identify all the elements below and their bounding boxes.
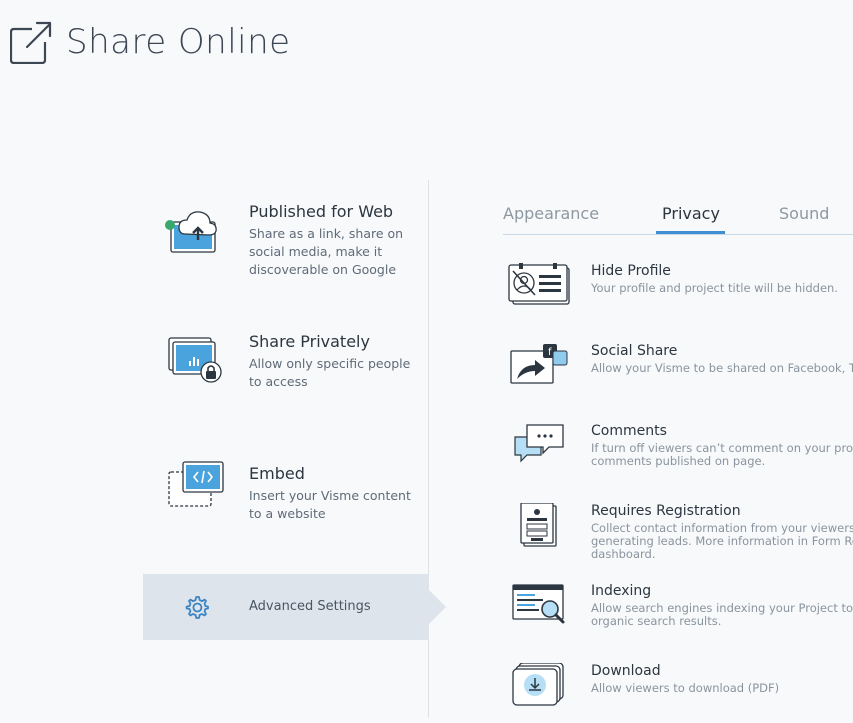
registration-form-icon bbox=[520, 503, 557, 547]
page-title: Share Online bbox=[66, 22, 291, 62]
selection-pointer bbox=[429, 590, 446, 624]
privacy-option-description: If turn off viewers can’t comment on you… bbox=[591, 442, 853, 468]
advanced-settings-label: Advanced Settings bbox=[249, 599, 371, 614]
private-lock-icon bbox=[168, 337, 222, 383]
privacy-option-title: Indexing bbox=[591, 583, 652, 599]
privacy-option-title: Social Share bbox=[591, 343, 678, 359]
privacy-option-comments[interactable]: Comments If turn off viewers can’t comme… bbox=[503, 423, 853, 483]
tab-appearance[interactable]: Appearance bbox=[503, 204, 599, 223]
privacy-option-requires-registration[interactable]: Requires Registration Collect contact in… bbox=[503, 503, 853, 563]
social-share-icon: f bbox=[510, 344, 568, 384]
privacy-option-title: Comments bbox=[591, 423, 667, 439]
option-description: Allow only specific people to access bbox=[249, 356, 411, 389]
tab-sound[interactable]: Sound bbox=[779, 204, 829, 223]
privacy-option-title: Download bbox=[591, 663, 661, 679]
active-tab-indicator bbox=[656, 231, 725, 234]
settings-tabs: Appearance Privacy Sound bbox=[503, 200, 853, 235]
download-icon bbox=[512, 663, 564, 706]
comments-icon bbox=[514, 424, 564, 463]
column-divider bbox=[428, 180, 429, 575]
column-divider bbox=[428, 640, 429, 718]
tab-privacy[interactable]: Privacy bbox=[662, 204, 720, 223]
option-description: Insert your Visme content to a website bbox=[249, 488, 411, 521]
option-title: Share Privately bbox=[249, 332, 370, 351]
embed-code-icon bbox=[168, 461, 224, 507]
privacy-option-social-share[interactable]: f Social Share Allow your Visme to be sh… bbox=[503, 343, 853, 403]
privacy-option-description: Allow viewers to download (PDF) bbox=[591, 682, 780, 695]
cloud-upload-icon bbox=[165, 211, 217, 253]
option-title: Published for Web bbox=[249, 202, 394, 221]
gear-icon bbox=[185, 596, 209, 619]
advanced-settings-item[interactable]: Advanced Settings bbox=[143, 574, 429, 640]
hide-profile-icon bbox=[508, 263, 570, 305]
option-description: Share as a link, share on social media, … bbox=[249, 226, 404, 277]
privacy-option-description: Your profile and project title will be h… bbox=[591, 282, 838, 295]
privacy-option-description: Allow your Visme to be shared on Faceboo… bbox=[591, 362, 853, 375]
privacy-option-indexing[interactable]: Indexing Allow search engines indexing y… bbox=[503, 583, 853, 643]
privacy-option-hide-profile[interactable]: Hide Profile Your profile and project ti… bbox=[503, 263, 853, 323]
option-title: Embed bbox=[249, 464, 305, 483]
search-indexing-icon bbox=[512, 584, 565, 624]
svg-text:f: f bbox=[548, 347, 552, 358]
privacy-option-description: Allow search engines indexing your Proje… bbox=[591, 602, 853, 628]
privacy-option-description: Collect contact information from your vi… bbox=[591, 522, 853, 561]
privacy-option-download[interactable]: Download Allow viewers to download (PDF) bbox=[503, 663, 853, 723]
privacy-option-title: Requires Registration bbox=[591, 503, 741, 519]
external-share-icon bbox=[10, 21, 52, 64]
page-header: Share Online bbox=[10, 20, 291, 64]
privacy-option-title: Hide Profile bbox=[591, 263, 671, 279]
